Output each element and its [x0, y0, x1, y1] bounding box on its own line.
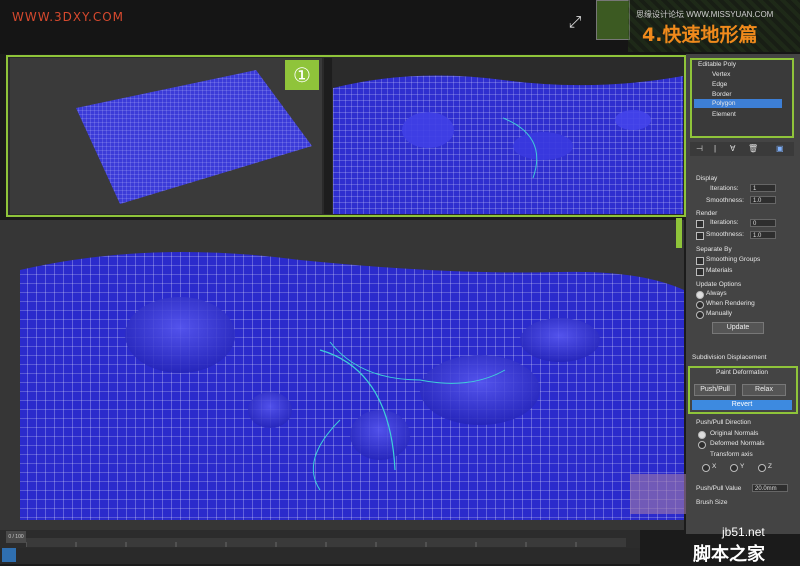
materials-label: Materials — [706, 267, 733, 274]
axis-z-radio[interactable] — [758, 464, 766, 472]
render-smoothness-spinner[interactable]: 1.0 — [750, 231, 776, 239]
push-pull-value-spinner[interactable]: 20.0mm — [752, 484, 788, 492]
viewport-flat-plane[interactable] — [10, 58, 322, 214]
smoothing-groups-label: Smoothing Groups — [706, 256, 761, 263]
time-slider[interactable]: 0 / 100 — [6, 531, 26, 543]
render-smoothness-checkbox[interactable] — [696, 232, 704, 240]
modifier-stack — [690, 58, 794, 138]
when-rendering-label: When Rendering — [706, 300, 755, 307]
stack-title[interactable]: Editable Poly — [698, 61, 736, 68]
stack-item-polygon[interactable]: Polygon — [712, 100, 736, 107]
push-pull-value-label: Push/Pull Value — [696, 485, 742, 492]
step-badge: ① — [285, 60, 319, 90]
update-button[interactable]: Update — [712, 322, 764, 334]
terrain-preview-mesh — [333, 75, 683, 214]
site-mark: jb51.net — [722, 525, 765, 539]
overlay-block — [630, 474, 690, 514]
viewport-terrain-preview[interactable] — [333, 58, 683, 214]
render-label: Render — [696, 210, 718, 217]
paint-deformation-rollout[interactable]: Paint Deformation — [716, 369, 768, 376]
original-normals-radio[interactable] — [698, 431, 706, 439]
stack-item-element[interactable]: Element — [712, 111, 736, 118]
pin-icon[interactable]: ⊣ — [696, 144, 703, 153]
smoothness-label: Smoothness: — [706, 197, 744, 204]
smoothing-groups-checkbox[interactable] — [696, 257, 704, 265]
separate-by-label: Separate By — [696, 246, 732, 253]
flat-plane-mesh — [76, 70, 312, 204]
site-mark-cn: 脚本之家 — [693, 544, 765, 565]
selection-marker — [676, 218, 682, 248]
render-iterations-spinner[interactable]: 0 — [750, 219, 776, 227]
subdivision-displacement-rollout[interactable]: Subdivision Displacement — [692, 354, 766, 361]
stack-selection-highlight — [694, 99, 782, 108]
when-rendering-radio[interactable] — [696, 301, 704, 309]
brush-size-label: Brush Size — [696, 499, 728, 506]
original-normals-label: Original Normals — [710, 430, 759, 437]
stack-item-edge[interactable]: Edge — [712, 81, 727, 88]
stack-toolbar: ⊣ | ∀ 🗑 ▣ — [690, 142, 794, 156]
revert-button[interactable]: Revert — [692, 400, 792, 410]
terrain-mesh — [20, 252, 684, 520]
push-pull-button[interactable]: Push/Pull — [694, 384, 736, 396]
axis-x-label: X — [712, 463, 717, 470]
render-smoothness-label: Smoothness: — [706, 231, 744, 238]
stack-item-vertex[interactable]: Vertex — [712, 71, 730, 78]
manually-radio[interactable] — [696, 311, 704, 319]
expand-icon[interactable]: ⤢ — [566, 14, 584, 32]
texture-thumbnail — [596, 0, 630, 40]
always-label: Always — [706, 290, 727, 297]
iterations-label: Iterations: — [710, 185, 739, 192]
stack-item-border[interactable]: Border — [712, 91, 732, 98]
unique-icon[interactable]: ∀ — [730, 144, 735, 153]
watermark-text: WWW.3DXY.COM — [12, 10, 125, 24]
relax-button[interactable]: Relax — [742, 384, 786, 396]
deformed-normals-radio[interactable] — [698, 441, 706, 449]
always-radio[interactable] — [696, 291, 704, 299]
transform-axis-label: Transform axis — [710, 451, 753, 458]
render-iterations-checkbox[interactable] — [696, 220, 704, 228]
status-bar — [0, 548, 640, 564]
key-mode-icon[interactable] — [2, 548, 16, 562]
remove-modifier-icon[interactable]: 🗑 — [748, 144, 758, 153]
axis-z-label: Z — [768, 463, 772, 470]
render-iterations-label: Iterations: — [710, 219, 739, 226]
configure-icon[interactable]: ▣ — [776, 144, 784, 153]
update-options-label: Update Options — [696, 281, 742, 288]
iterations-spinner[interactable]: 1 — [750, 184, 776, 192]
viewport-divider[interactable] — [324, 58, 332, 214]
axis-y-label: Y — [740, 463, 745, 470]
push-pull-direction-label: Push/Pull Direction — [696, 419, 751, 426]
track-ruler[interactable] — [25, 538, 626, 547]
smoothness-spinner[interactable]: 1.0 — [750, 196, 776, 204]
manually-label: Manually — [706, 310, 733, 317]
display-label: Display — [696, 175, 718, 182]
site-text: 思缘设计论坛 WWW.MISSYUAN.COM — [636, 10, 774, 19]
frame-label: 0 / 100 — [8, 534, 24, 540]
axis-x-radio[interactable] — [702, 464, 710, 472]
main-viewport[interactable] — [0, 220, 684, 530]
show-result-icon[interactable]: | — [714, 144, 716, 153]
axis-y-radio[interactable] — [730, 464, 738, 472]
deformed-normals-label: Deformed Normals — [710, 440, 765, 447]
materials-checkbox[interactable] — [696, 268, 704, 276]
tutorial-title: 4.快速地形篇 — [642, 24, 758, 46]
